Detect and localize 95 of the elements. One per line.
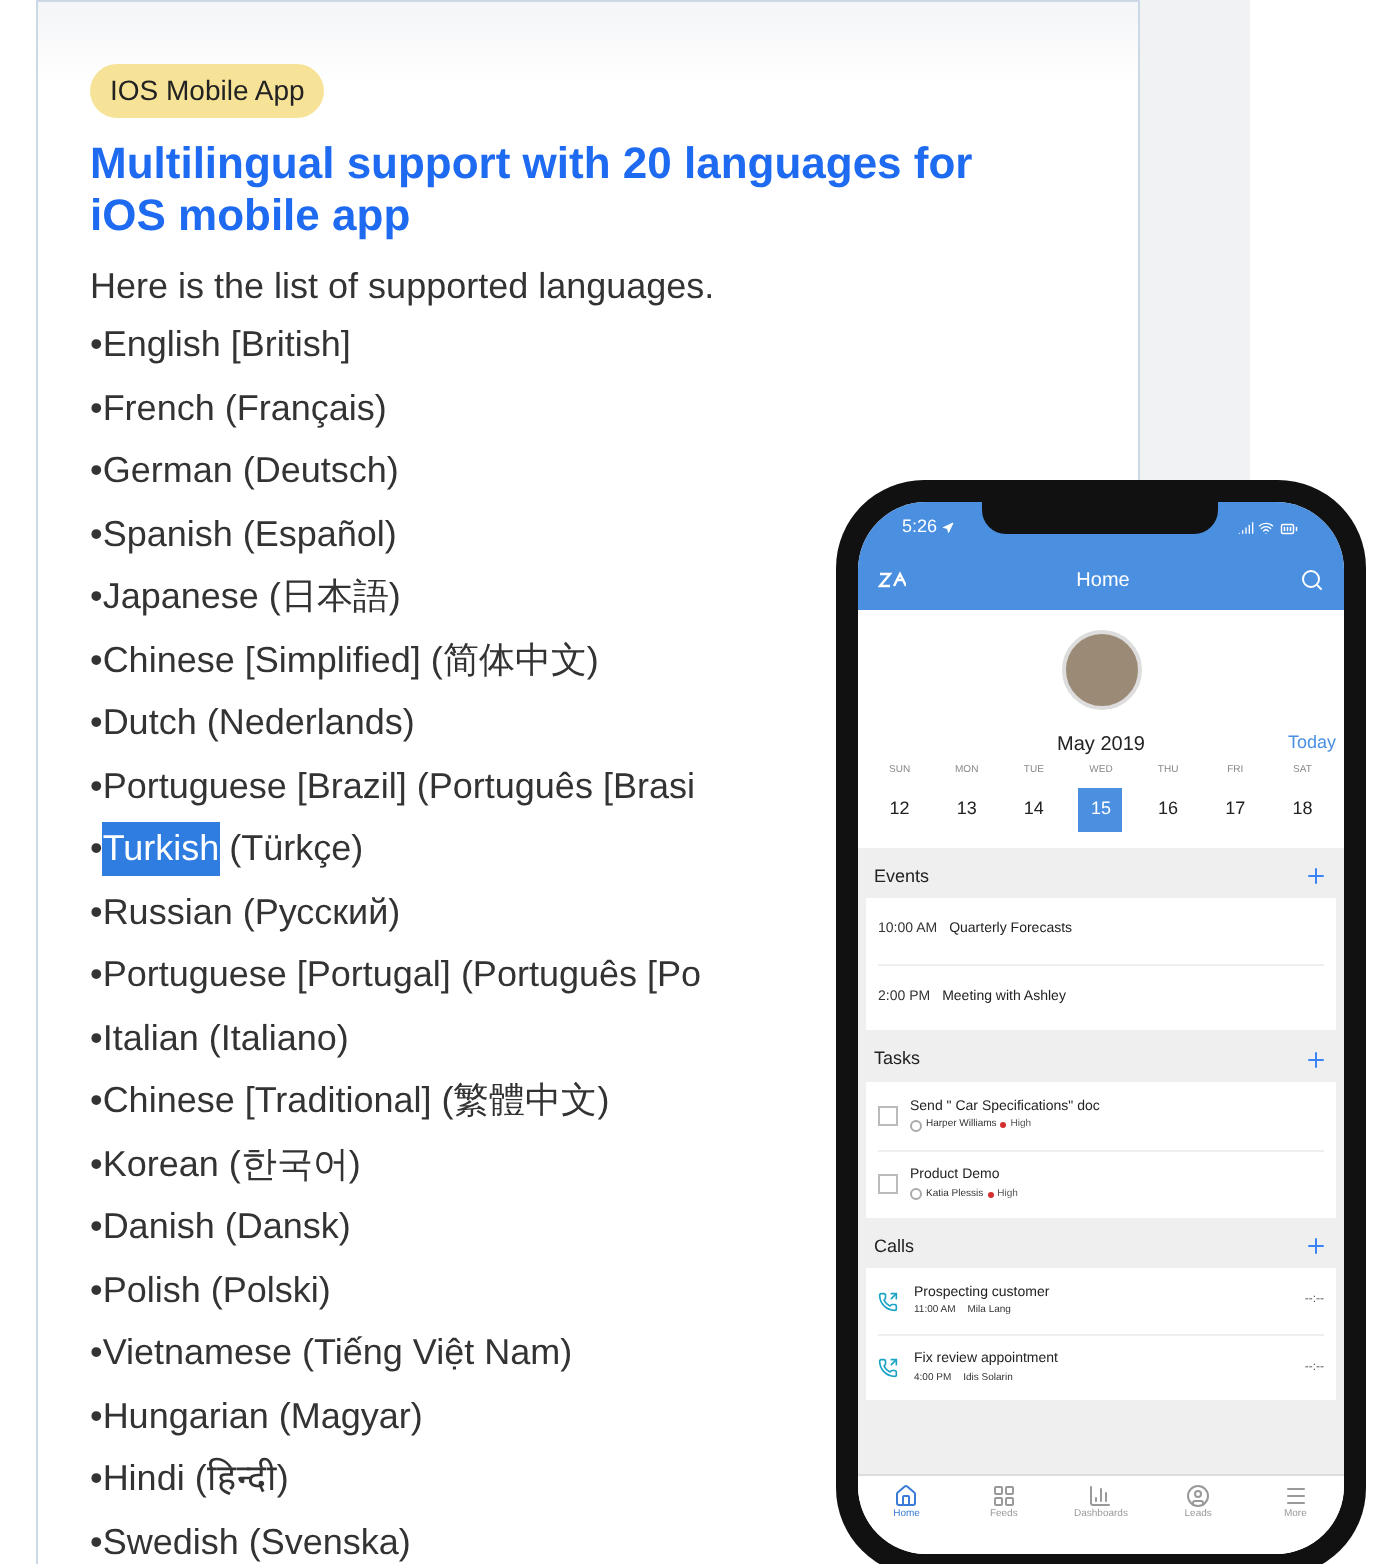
section-title: Calls [874,1233,915,1259]
header-title: Home [1076,567,1130,595]
language-name: Hungarian [102,1393,269,1440]
native-name: (日本語) [268,574,401,621]
bullet-mark: • [90,1141,103,1188]
bullet-mark: • [90,763,103,810]
search-icon[interactable] [1300,568,1324,592]
add-icon[interactable] [1304,1047,1328,1072]
calendar-day[interactable]: 17 [1213,787,1258,831]
language-name: Dutch [102,700,197,747]
native-name: (한국어) [228,1141,361,1188]
bullet-mark: • [90,1078,103,1125]
native-name: (Türkçe) [229,826,364,873]
language-name: German [102,448,233,495]
language-name: Swedish [102,1519,239,1564]
native-name: (Italiano) [208,1015,349,1062]
bullet-mark: • [90,1330,103,1377]
bullet-mark: • [90,700,103,747]
add-icon[interactable] [1304,1234,1328,1259]
language-name: Vietnamese [102,1330,293,1377]
logo-icon [878,570,906,590]
language-name: Portuguese [Brazil] [102,763,407,810]
person-icon [910,1119,922,1132]
bullet-mark: • [90,1204,103,1251]
language-name: Chinese [Simplified] [102,637,421,684]
native-name: (Português [Brasi [416,763,695,810]
language-name: Turkish [102,822,220,877]
native-name: (Français) [224,385,387,432]
native-name: (Svenska) [248,1519,411,1564]
bar-chart-icon [1088,1484,1113,1508]
native-name: (हिन्दी) [194,1455,289,1503]
calendar-day[interactable]: 12 [877,787,922,831]
native-name: (Nederlands) [206,700,415,747]
bullet-mark: • [90,574,103,621]
native-name: (Tiếng Việt Nam) [302,1330,573,1377]
section-title: Tasks [874,1046,921,1072]
language-name: Japanese [102,574,259,621]
native-name: (Русский) [242,889,401,936]
language-name: Russian [102,889,233,936]
bullet-mark: • [90,637,103,684]
intro-text: Here is the list of supported languages. [90,264,717,310]
language-name: French [102,385,215,432]
calendar-day[interactable]: 13 [944,787,989,831]
bullet-mark: • [90,1267,103,1314]
bullet-mark: • [90,1519,103,1564]
calendar-day[interactable]: 14 [1011,787,1056,831]
bullet-mark: • [90,385,103,432]
signal-icon [1238,520,1254,536]
person-icon [910,1188,922,1201]
month-label: May 2019 [1057,732,1145,760]
language-name: Danish [102,1204,215,1251]
calendar-day[interactable]: 18 [1280,787,1325,831]
language-name: Korean [102,1141,219,1188]
category-tag[interactable]: IOS Mobile App [90,64,325,118]
article-heading: Multilingual support with 20 languages for iOS mobile app [90,138,975,242]
bullet-mark: • [90,511,103,558]
bullet-mark: • [90,889,103,936]
language-name: Italian [102,1015,199,1062]
add-icon[interactable] [1304,864,1328,889]
native-name: (简体中文) [430,637,599,684]
calendar-day[interactable]: 16 [1146,787,1191,831]
language-name: Spanish [102,511,233,558]
task-checkbox[interactable] [878,1105,898,1125]
bullet-mark: • [90,826,103,873]
grid-icon [991,1484,1016,1508]
native-name: (繁體中文) [441,1078,610,1125]
bullet-mark: • [90,1015,103,1062]
phone-icon [878,1358,898,1378]
bullet-mark: • [90,1393,103,1440]
person-icon [1186,1484,1211,1508]
language-name: Portuguese [Portugal] [102,952,451,999]
native-name: (Português [Po [460,952,702,999]
language-name: Polish [102,1267,201,1314]
phone-icon [878,1291,898,1311]
language-name: Hindi [102,1456,185,1503]
language-name: English [British] [102,322,351,369]
bullet-mark: • [90,1456,103,1503]
native-name: (Polski) [210,1267,331,1314]
bullet-mark: • [90,952,103,999]
task-checkbox[interactable] [878,1174,898,1194]
native-name: (Español) [242,511,397,558]
section-title: Events [874,863,930,889]
bullet-mark: • [90,322,103,369]
status-time: 5:26 [902,514,938,541]
location-icon [941,522,954,534]
menu-icon [1283,1484,1308,1508]
avatar-placeholder [1061,630,1141,710]
home-icon [894,1484,919,1508]
native-name: (Magyar) [278,1393,423,1440]
native-name: (Dansk) [224,1204,351,1251]
bullet-mark: • [90,448,103,495]
battery-icon [1278,519,1300,537]
wifi-icon [1258,520,1274,536]
language-name: Chinese [Traditional] [102,1078,432,1125]
native-name: (Deutsch) [242,448,399,495]
